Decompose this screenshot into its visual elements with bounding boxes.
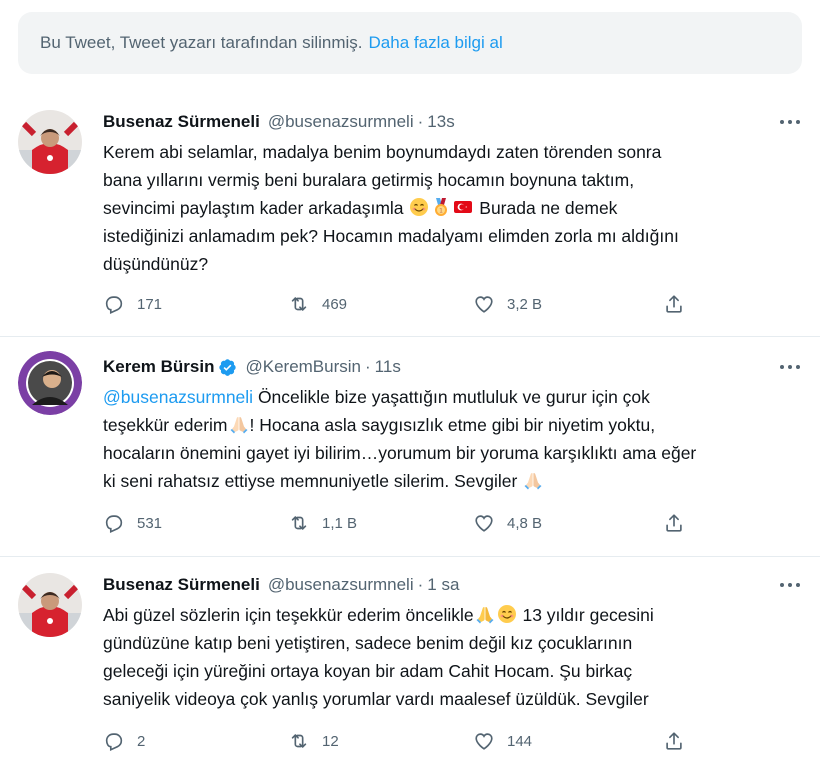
- tweet-header: Kerem Bürsin @KeremBursin · 11s: [103, 355, 401, 379]
- smiling-face-emoji-icon: [497, 604, 517, 624]
- tweet-text: Kerem abi selamlar, madalya benim boynum…: [103, 138, 803, 278]
- more-options-icon[interactable]: [778, 579, 802, 591]
- author-name[interactable]: Busenaz Sürmeneli: [103, 575, 260, 595]
- avatar[interactable]: [18, 110, 82, 174]
- mention-link[interactable]: @busenazsurmneli: [103, 387, 253, 407]
- tweet-actions: 171 469 3,2 B: [103, 290, 703, 318]
- like-count: 4,8 B: [507, 514, 543, 532]
- divider: [0, 556, 820, 557]
- author-name[interactable]: Kerem Bürsin: [103, 357, 214, 377]
- text-segment: Öncelikle bize yaşattığın mutluluk ve gu…: [257, 387, 650, 407]
- text-line: gündüzüne katıp beni yetiştiren, sadece …: [103, 633, 633, 653]
- retweet-button[interactable]: 12: [288, 730, 339, 752]
- share-button[interactable]: [663, 293, 685, 315]
- verified-badge-icon: [219, 358, 237, 376]
- timestamp[interactable]: 13s: [427, 112, 454, 132]
- text-line: hocaların önemini gayet iyi bilirim…yoru…: [103, 443, 697, 463]
- tweet-text: @busenazsurmneli Öncelikle bize yaşattığ…: [103, 383, 803, 495]
- turkish-flag-emoji-icon: [453, 197, 473, 217]
- share-button[interactable]: [663, 512, 685, 534]
- text-segment: Burada ne demek: [479, 198, 618, 218]
- deleted-tweet-notice: Bu Tweet, Tweet yazarı tarafından silinm…: [18, 12, 802, 74]
- reply-count: 2: [137, 732, 146, 750]
- divider: [0, 336, 820, 337]
- learn-more-link[interactable]: Daha fazla bilgi al: [369, 33, 503, 53]
- retweet-icon: [288, 512, 310, 534]
- reply-button[interactable]: 2: [103, 730, 145, 752]
- praying-hands-emoji-icon: [229, 414, 249, 434]
- like-button[interactable]: 3,2 B: [473, 293, 542, 315]
- tweet-3[interactable]: Busenaz Sürmeneli @busenazsurmneli · 1 s…: [0, 573, 820, 763]
- tweet-header: Busenaz Sürmeneli @busenazsurmneli · 1 s…: [103, 573, 459, 597]
- text-line: ki seni rahatsız ettiyse memnuniyetle si…: [103, 467, 803, 495]
- deleted-notice-text: Bu Tweet, Tweet yazarı tarafından silinm…: [40, 33, 363, 52]
- author-handle[interactable]: @KeremBursin: [245, 357, 361, 377]
- reply-icon: [103, 293, 125, 315]
- share-icon: [663, 512, 685, 534]
- reply-icon: [103, 730, 125, 752]
- avatar[interactable]: [18, 573, 82, 637]
- more-options-icon[interactable]: [778, 361, 802, 373]
- share-icon: [663, 730, 685, 752]
- separator-dot: ·: [365, 357, 371, 376]
- more-options-icon[interactable]: [778, 116, 802, 128]
- timestamp[interactable]: 1 sa: [427, 575, 459, 595]
- retweet-count: 469: [322, 295, 348, 313]
- tweet-text: Abi güzel sözlerin için teşekkür ederim …: [103, 601, 803, 713]
- praying-hands-emoji-icon: [475, 604, 495, 624]
- text-line: Kerem abi selamlar, madalya benim boynum…: [103, 142, 662, 162]
- smiling-face-emoji-icon: [409, 197, 429, 217]
- timestamp[interactable]: 11s: [375, 357, 401, 377]
- reply-button[interactable]: 531: [103, 512, 162, 534]
- tweet-actions: 531 1,1 B 4,8 B: [103, 509, 703, 537]
- retweet-button[interactable]: 1,1 B: [288, 512, 357, 534]
- separator-dot: ·: [417, 112, 424, 131]
- text-segment: Abi güzel sözlerin için teşekkür ederim …: [103, 605, 474, 625]
- reply-count: 171: [137, 295, 163, 313]
- heart-icon: [473, 730, 495, 752]
- medal-emoji-icon: [431, 197, 451, 217]
- text-segment: ki seni rahatsız ettiyse memnuniyetle si…: [103, 471, 518, 491]
- author-handle[interactable]: @busenazsurmneli: [268, 575, 414, 595]
- heart-icon: [473, 293, 495, 315]
- text-line: @busenazsurmneli Öncelikle bize yaşattığ…: [103, 383, 803, 411]
- reply-button[interactable]: 171: [103, 293, 162, 315]
- text-segment: ! Hocana asla saygısızlık etme gibi bir …: [249, 415, 656, 435]
- text-segment: sevincimi paylaştım kader arkadaşımla: [103, 198, 404, 218]
- like-button[interactable]: 144: [473, 730, 532, 752]
- avatar[interactable]: [18, 351, 82, 415]
- text-line: sevincimi paylaştım kader arkadaşımla Bu…: [103, 194, 803, 222]
- retweet-button[interactable]: 469: [288, 293, 347, 315]
- text-line: Abi güzel sözlerin için teşekkür ederim …: [103, 601, 803, 629]
- text-line: geleceği için yüreğini ortaya koyan bir …: [103, 661, 633, 681]
- share-icon: [663, 293, 685, 315]
- author-handle[interactable]: @busenazsurmneli: [268, 112, 414, 132]
- text-line: saniyelik videoya çok yanlış yorumlar va…: [103, 689, 649, 709]
- like-count: 3,2 B: [507, 295, 543, 313]
- heart-icon: [473, 512, 495, 534]
- text-segment: teşekkür ederim: [103, 415, 228, 435]
- tweet-1[interactable]: Busenaz Sürmeneli @busenazsurmneli · 13s…: [0, 110, 820, 320]
- separator-dot: ·: [417, 575, 424, 594]
- retweet-count: 12: [322, 732, 339, 750]
- share-button[interactable]: [663, 730, 685, 752]
- reply-icon: [103, 512, 125, 534]
- like-count: 144: [507, 732, 533, 750]
- tweet-actions: 2 12 144: [103, 727, 703, 755]
- text-segment: 13 yıldır gecesini: [522, 605, 654, 625]
- text-line: bana yıllarını vermiş beni buralara geti…: [103, 170, 635, 190]
- retweet-icon: [288, 730, 310, 752]
- reply-count: 531: [137, 514, 163, 532]
- retweet-count: 1,1 B: [322, 514, 358, 532]
- tweet-header: Busenaz Sürmeneli @busenazsurmneli · 13s: [103, 110, 455, 134]
- tweet-2[interactable]: Kerem Bürsin @KeremBursin · 11s @busenaz…: [0, 351, 820, 545]
- author-name[interactable]: Busenaz Sürmeneli: [103, 112, 260, 132]
- praying-hands-emoji-icon: [523, 470, 543, 490]
- text-line: düşündünüz?: [103, 254, 209, 274]
- text-line: teşekkür ederim ! Hocana asla saygısızlık…: [103, 411, 803, 439]
- retweet-icon: [288, 293, 310, 315]
- like-button[interactable]: 4,8 B: [473, 512, 542, 534]
- text-line: istediğinizi anlamadım pek? Hocamın mada…: [103, 226, 679, 246]
